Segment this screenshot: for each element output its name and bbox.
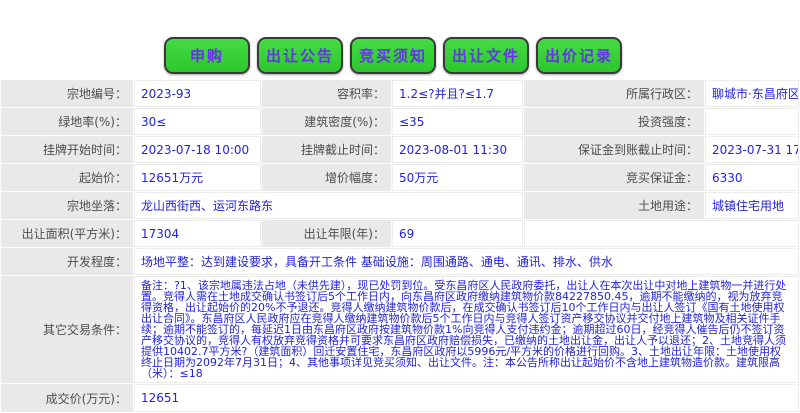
investment-intensity-value bbox=[705, 108, 799, 135]
area-label: 出让面积(平方米)： bbox=[1, 220, 133, 247]
location-value: 龙山西街西、运河东路东 bbox=[134, 192, 523, 219]
green-rate-value: 30≤ bbox=[134, 108, 261, 135]
land-use-label: 土地用途： bbox=[524, 192, 704, 219]
table-row: 出让面积(平方米)： 17304 出让年限(年)： 69 bbox=[1, 220, 799, 247]
transfer-documents-button[interactable]: 出让文件 bbox=[443, 37, 529, 74]
land-parcel-detail-table: 宗地编号： 2023-93 容积率： 1.2≤?并且?≤1.7 所属行政区： 聊… bbox=[0, 79, 800, 413]
deal-price-label: 成交价(万元)： bbox=[1, 384, 133, 412]
green-rate-label: 绿地率(%)： bbox=[1, 108, 133, 135]
investment-intensity-label: 投资强度： bbox=[524, 108, 704, 135]
other-conditions-value: 备注：?1、该宗地属违法占地（未供先建），现已处罚到位。受东昌府区人民政府委托，… bbox=[134, 276, 799, 383]
listing-end-value: 2023-08-01 11:30 bbox=[392, 136, 523, 163]
district-value: 聊城市·东昌府区 bbox=[705, 80, 799, 107]
building-density-value: ≤35 bbox=[392, 108, 523, 135]
bid-deposit-label: 竞买保证金： bbox=[524, 164, 704, 191]
table-row: 开发程度： 场地平整：达到建设要求，具备开工条件 基础设施：周围通路、通电、通讯… bbox=[1, 248, 799, 275]
location-label: 宗地坐落： bbox=[1, 192, 133, 219]
action-toolbar: 申购 出让公告 竞买须知 出让文件 出价记录 bbox=[164, 37, 800, 74]
start-price-value: 12651万元 bbox=[134, 164, 261, 191]
parcel-no-label: 宗地编号： bbox=[1, 80, 133, 107]
bid-deposit-value: 6330 bbox=[705, 164, 799, 191]
parcel-no-value: 2023-93 bbox=[134, 80, 261, 107]
building-density-label: 建筑密度(%)： bbox=[262, 108, 391, 135]
listing-start-label: 挂牌开始时间： bbox=[1, 136, 133, 163]
term-label: 出让年限(年)： bbox=[262, 220, 391, 247]
apply-purchase-button[interactable]: 申购 bbox=[164, 37, 250, 74]
table-row: 挂牌开始时间： 2023-07-18 10:00 挂牌截止时间： 2023-08… bbox=[1, 136, 799, 163]
land-use-value: 城镇住宅用地 bbox=[705, 192, 799, 219]
term-value: 69 bbox=[392, 220, 523, 247]
deposit-deadline-value: 2023-07-31 17:00 bbox=[705, 136, 799, 163]
bid-records-button[interactable]: 出价记录 bbox=[536, 37, 622, 74]
table-row: 起始价： 12651万元 增价幅度： 50万元 竞买保证金： 6330 bbox=[1, 164, 799, 191]
table-row: 绿地率(%)： 30≤ 建筑密度(%)： ≤35 投资强度： bbox=[1, 108, 799, 135]
table-row: 其它交易条件： 备注：?1、该宗地属违法占地（未供先建），现已处罚到位。受东昌府… bbox=[1, 276, 799, 383]
table-row: 成交价(万元)： 12651 bbox=[1, 384, 799, 412]
listing-end-label: 挂牌截止时间： bbox=[262, 136, 391, 163]
listing-start-value: 2023-07-18 10:00 bbox=[134, 136, 261, 163]
plot-ratio-label: 容积率： bbox=[262, 80, 391, 107]
bidding-instructions-button[interactable]: 竞买须知 bbox=[350, 37, 436, 74]
transfer-notice-button[interactable]: 出让公告 bbox=[257, 37, 343, 74]
development-label: 开发程度： bbox=[1, 248, 133, 275]
increment-label: 增价幅度： bbox=[262, 164, 391, 191]
empty-cell bbox=[524, 220, 799, 247]
other-conditions-label: 其它交易条件： bbox=[1, 276, 133, 383]
deal-price-value: 12651 bbox=[134, 384, 799, 412]
deposit-deadline-label: 保证金到账截止时间： bbox=[524, 136, 704, 163]
plot-ratio-value: 1.2≤?并且?≤1.7 bbox=[392, 80, 523, 107]
start-price-label: 起始价： bbox=[1, 164, 133, 191]
district-label: 所属行政区： bbox=[524, 80, 704, 107]
table-row: 宗地编号： 2023-93 容积率： 1.2≤?并且?≤1.7 所属行政区： 聊… bbox=[1, 80, 799, 107]
development-value: 场地平整：达到建设要求，具备开工条件 基础设施：周围通路、通电、通讯、排水、供水 bbox=[134, 248, 799, 275]
area-value: 17304 bbox=[134, 220, 261, 247]
increment-value: 50万元 bbox=[392, 164, 523, 191]
table-row: 宗地坐落： 龙山西街西、运河东路东 土地用途： 城镇住宅用地 bbox=[1, 192, 799, 219]
